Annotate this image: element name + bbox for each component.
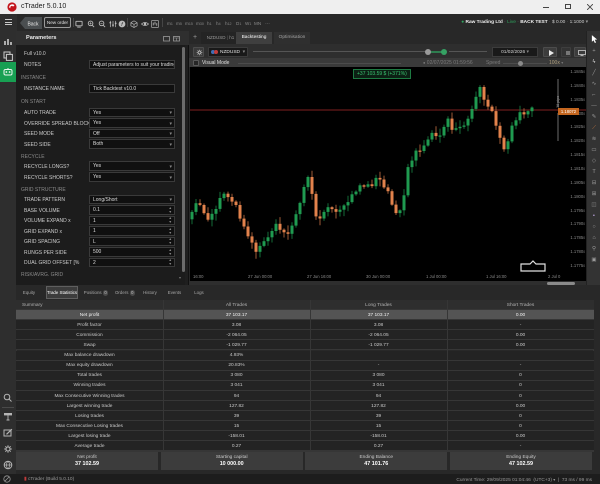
svg-text:Back: Back xyxy=(27,21,39,27)
